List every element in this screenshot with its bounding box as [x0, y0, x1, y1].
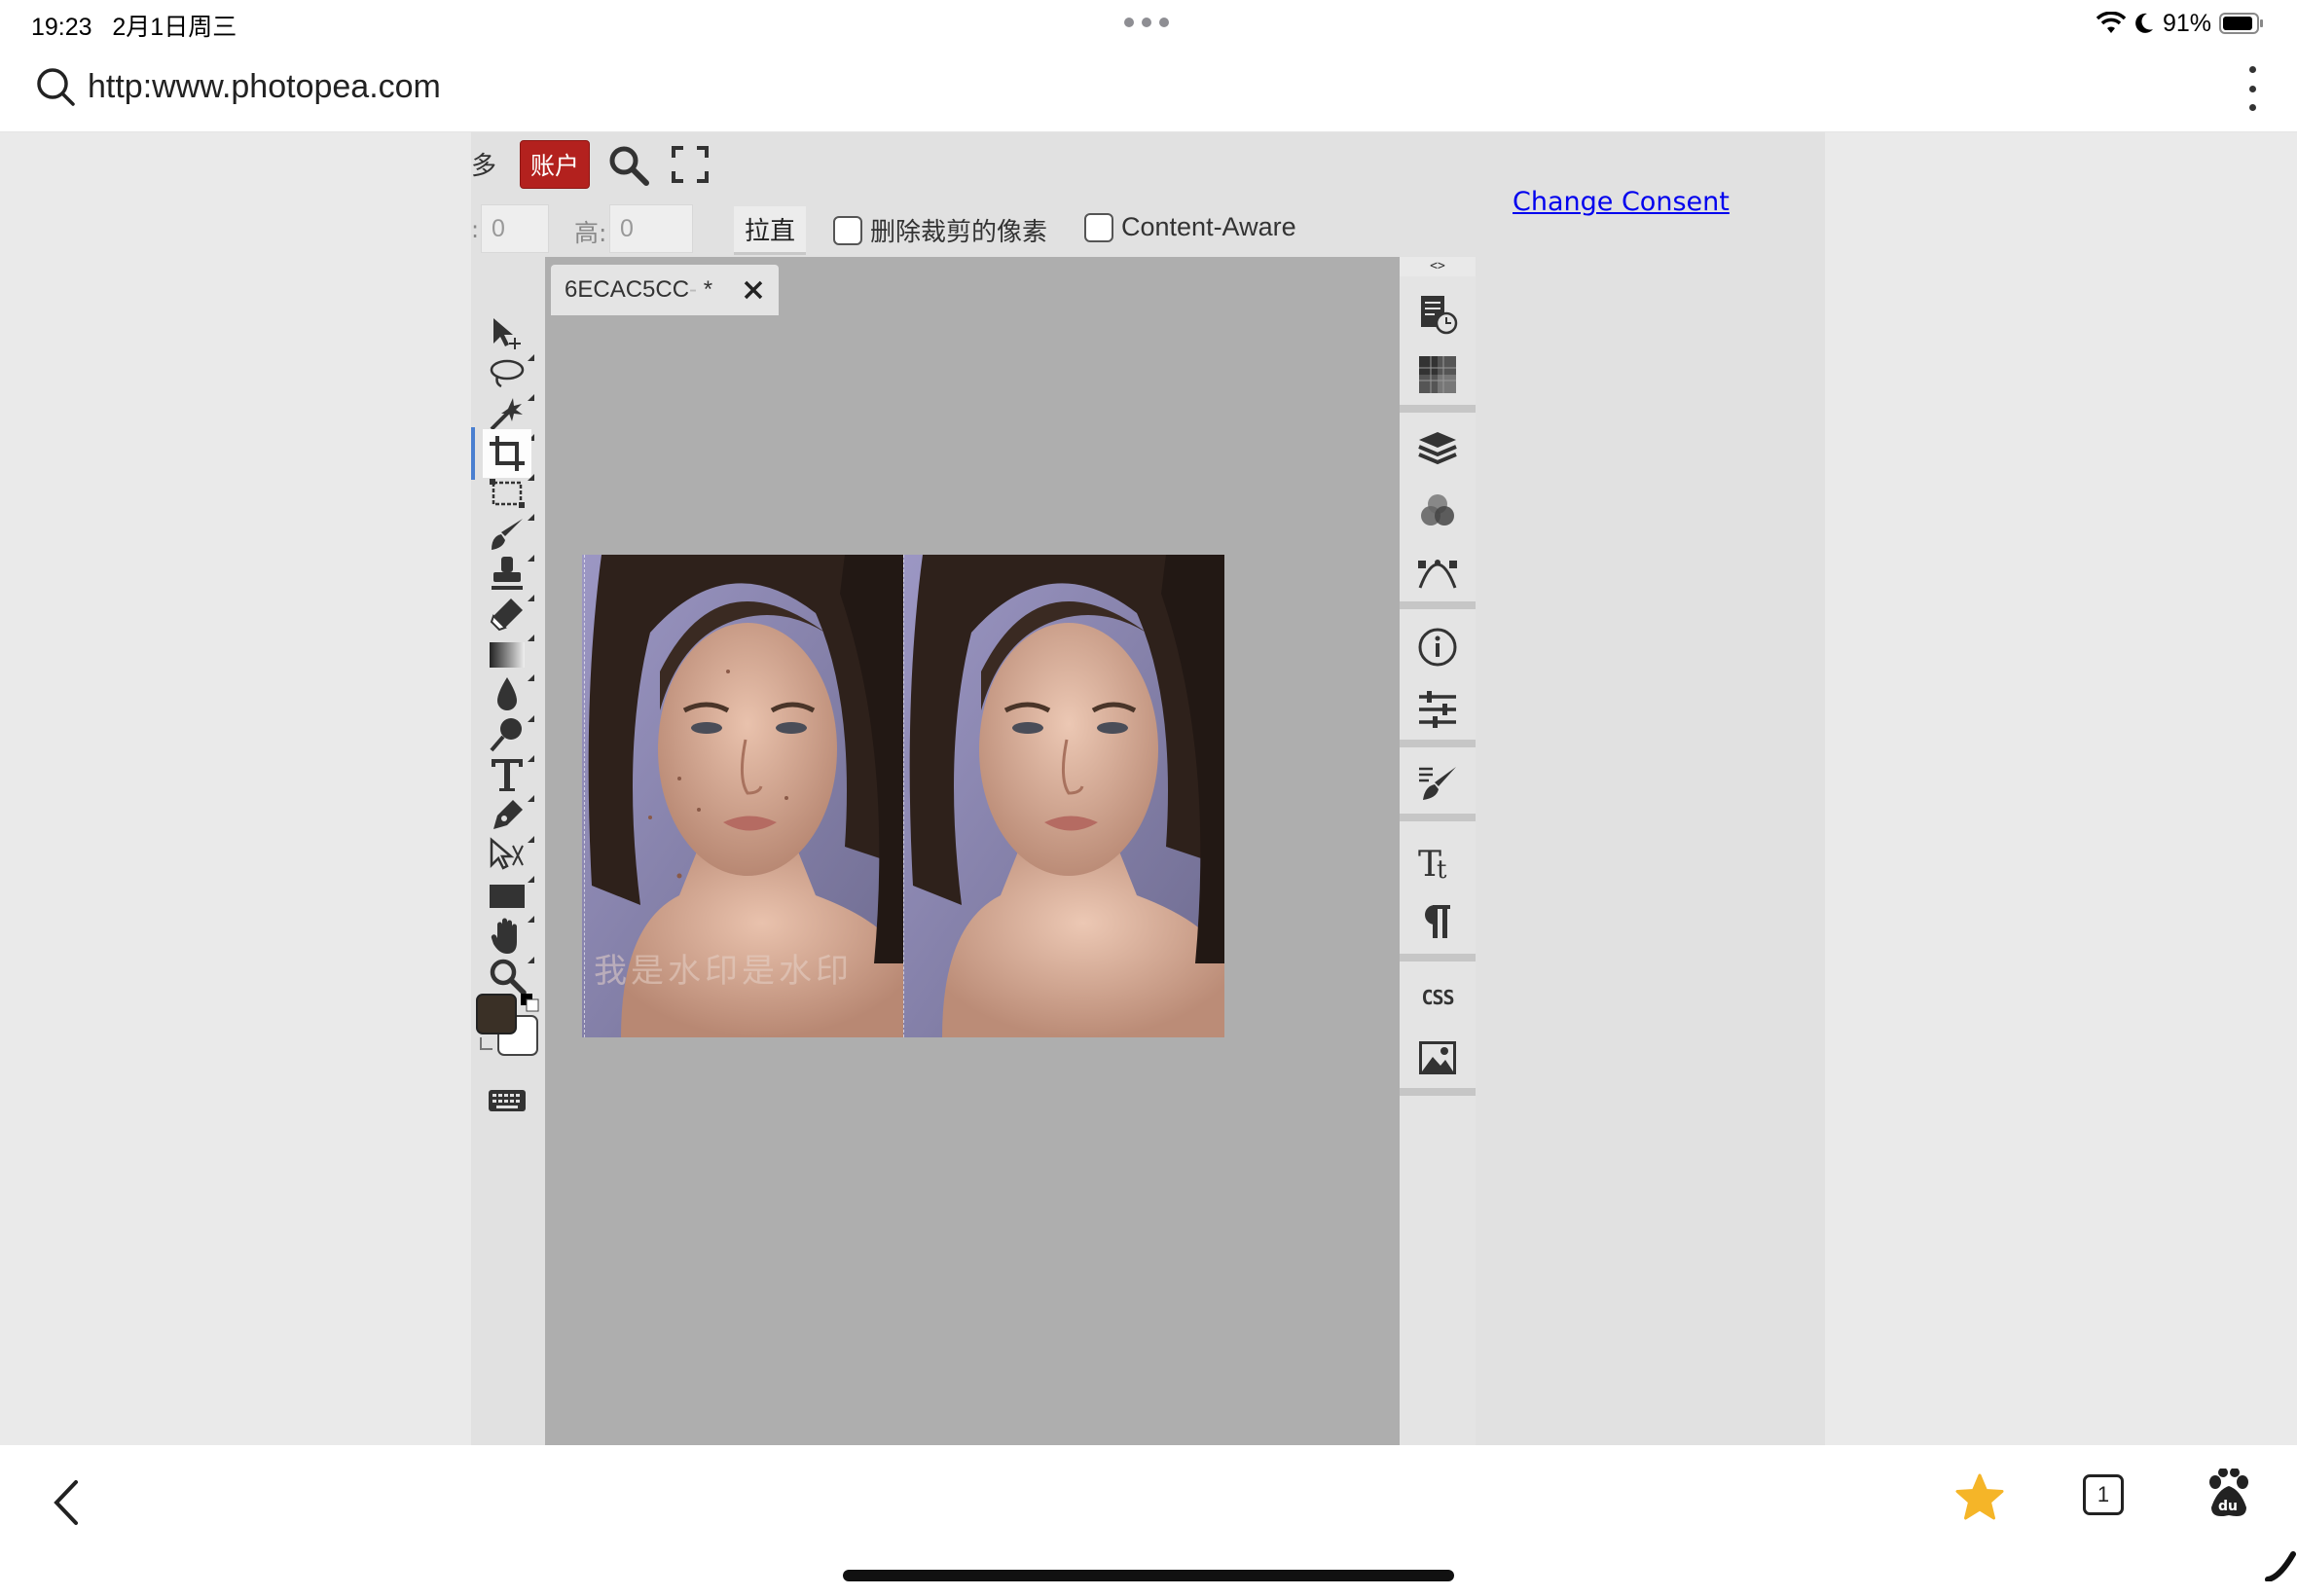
delete-cropped-pixels-checkbox[interactable] [833, 215, 862, 245]
content-aware-checkbox[interactable] [1084, 212, 1113, 242]
paths-panel-icon[interactable] [1417, 551, 1458, 592]
panel-separator [1400, 814, 1476, 821]
status-date: 2月1日周三 [112, 14, 237, 41]
brush-settings-panel-icon[interactable] [1417, 763, 1458, 804]
crop-width-input[interactable]: 0 [481, 204, 549, 253]
channels-panel-icon[interactable] [1417, 490, 1458, 531]
panel-separator [1400, 405, 1476, 413]
photopea-app: 多 账户 Change Consent : 0 高: 0 拉直 删除裁剪的像素 … [471, 132, 1825, 1445]
canvas-area[interactable]: 6ECAC5CC- * 我是水印是水印 [545, 257, 1400, 1445]
properties-panel-icon[interactable] [1417, 689, 1458, 730]
multitasking-dots-icon[interactable] [1124, 18, 1169, 29]
magic-wand-icon [490, 398, 523, 431]
search-icon[interactable] [607, 144, 650, 187]
rectangle-icon [490, 885, 525, 908]
status-bar: 19:23 2月1日周三 91% [0, 0, 2297, 47]
zoom-icon [490, 959, 527, 996]
frame-icon [490, 479, 525, 508]
straighten-button[interactable]: 拉直 [734, 206, 806, 255]
crop-guide-line [903, 555, 904, 1037]
tab-count-button[interactable]: 1 [2083, 1474, 2124, 1515]
paragraph-panel-icon[interactable] [1417, 901, 1458, 942]
panel-collapse-toggle[interactable]: <> [1400, 257, 1476, 276]
eraser-icon [490, 598, 523, 632]
svg-text:du: du [2218, 1499, 2238, 1514]
before-photo: 我是水印是水印 [582, 555, 903, 1037]
portrait-after-image [903, 555, 1224, 1037]
browser-address-bar[interactable]: http:www.photopea.com [0, 47, 2297, 132]
delete-cropped-pixels-label: 删除裁剪的像素 [870, 218, 1048, 247]
pen-icon [493, 800, 523, 829]
home-indicator [843, 1570, 1454, 1581]
document-tab[interactable]: 6ECAC5CC- * [551, 265, 779, 315]
panel-separator [1400, 601, 1476, 609]
info-panel-icon[interactable] [1417, 627, 1458, 668]
css-panel-label: CSS [1421, 986, 1454, 1009]
direct-select-icon [490, 837, 524, 870]
baidu-paw-icon[interactable]: du [2206, 1469, 2252, 1521]
image-panel-icon[interactable] [1417, 1037, 1458, 1078]
pencil-corner-icon[interactable] [2264, 1548, 2297, 1581]
document-image[interactable]: 我是水印是水印 [582, 555, 1224, 1037]
keyboard-tool[interactable] [483, 1076, 531, 1125]
more-options-icon[interactable] [2242, 66, 2262, 111]
color-swatches[interactable] [475, 991, 543, 1059]
dodge-icon [490, 718, 522, 752]
panels-column: <> Tt CSS [1400, 257, 1476, 1445]
svg-text:t: t [1437, 855, 1447, 882]
change-consent-link[interactable]: Change Consent [1513, 187, 1730, 217]
panel-separator [1400, 740, 1476, 747]
star-icon[interactable] [1954, 1472, 2005, 1523]
battery-icon [2219, 13, 2263, 34]
after-photo [903, 555, 1224, 1037]
character-panel-icon[interactable]: Tt [1417, 841, 1458, 882]
wifi-icon [2096, 12, 2126, 33]
type-icon [492, 759, 523, 791]
lasso-icon [490, 359, 525, 388]
back-icon[interactable] [49, 1478, 84, 1527]
move-arrow-icon [493, 318, 521, 349]
content-aware-option[interactable]: Content-Aware [1084, 212, 1296, 242]
url-field[interactable]: http:www.photopea.com [88, 68, 441, 106]
watermark-text: 我是水印是水印 [594, 952, 853, 991]
close-icon[interactable] [742, 278, 765, 302]
panel-separator [1400, 1088, 1476, 1096]
crop-height-input[interactable]: 0 [609, 204, 693, 253]
panel-separator [1400, 954, 1476, 961]
stamp-icon [492, 557, 523, 590]
layers-panel-icon[interactable] [1417, 428, 1458, 469]
height-label: 高: [574, 219, 607, 247]
crop-options-bar: : 0 高: 0 拉直 删除裁剪的像素 Content-Aware [471, 197, 1474, 259]
brush-icon [492, 519, 523, 550]
tools-panel [471, 259, 545, 1445]
swatches-panel-icon[interactable] [1417, 354, 1458, 395]
status-indicators: 91% [2096, 8, 2264, 39]
drop-icon [497, 677, 517, 710]
css-panel-icon[interactable]: CSS [1417, 977, 1458, 1018]
search-icon[interactable] [35, 66, 76, 107]
delete-cropped-pixels-option[interactable]: 删除裁剪的像素 [833, 212, 1047, 248]
crop-guide-line [584, 555, 585, 1037]
gradient-icon [490, 642, 525, 668]
status-time: 19:23 [31, 14, 92, 41]
width-label: : [471, 216, 480, 243]
history-panel-icon[interactable] [1417, 294, 1458, 335]
account-button[interactable]: 账户 [520, 140, 590, 189]
color-swatch-icon [476, 994, 539, 1056]
moon-icon [2135, 13, 2153, 33]
active-tool-indicator [471, 427, 475, 480]
content-aware-label: Content-Aware [1121, 212, 1296, 241]
crop-icon [490, 436, 525, 471]
status-time-date: 19:23 2月1日周三 [31, 8, 237, 43]
hand-icon [491, 918, 517, 954]
keyboard-icon [489, 1090, 526, 1111]
battery-percent: 91% [2162, 9, 2211, 37]
document-tab-title: 6ECAC5CC- * [565, 276, 713, 303]
fullscreen-icon[interactable] [672, 146, 709, 183]
menu-more[interactable]: 多 [471, 146, 496, 182]
